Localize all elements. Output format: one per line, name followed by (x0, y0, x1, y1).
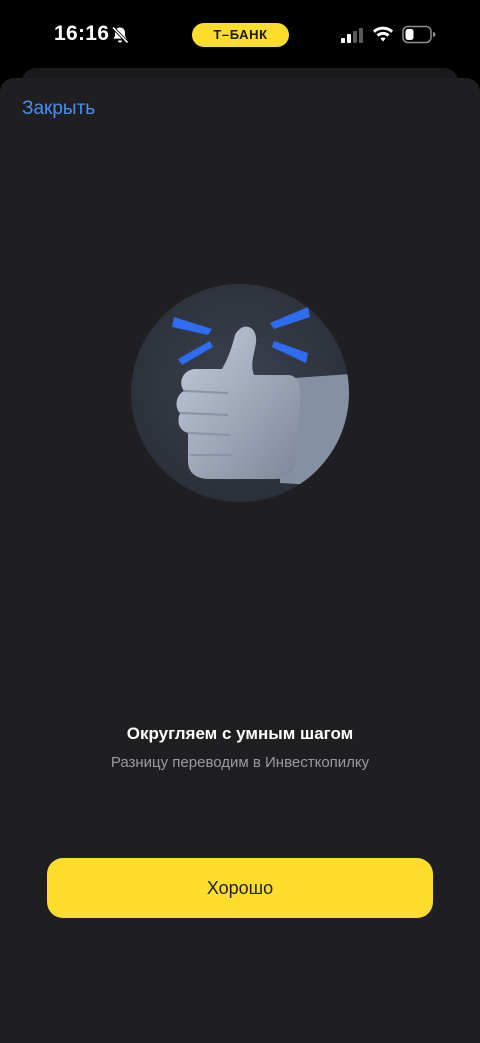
battery-icon (402, 25, 436, 44)
status-time: 16:16 (54, 22, 110, 45)
screen: 16:16 Т–БАНК Закрыть Округляем с умным ш… (0, 0, 480, 1043)
ok-button[interactable]: Хорошо (47, 858, 433, 918)
carrier-badge: Т–БАНК (192, 23, 289, 47)
thumbs-up-icon (131, 284, 349, 502)
page-subtitle: Разницу переводим в Инвесткопилку (110, 754, 370, 771)
modal-sheet: Закрыть Округляем с умным шагом Разницу … (0, 78, 480, 1043)
bell-slash-icon (111, 26, 129, 44)
close-button[interactable]: Закрыть (22, 98, 95, 120)
cellular-signal-icon (341, 28, 363, 43)
status-bar: 16:16 Т–БАНК (0, 0, 480, 70)
page-title: Округляем с умным шагом (126, 724, 354, 743)
wifi-icon (373, 26, 393, 42)
